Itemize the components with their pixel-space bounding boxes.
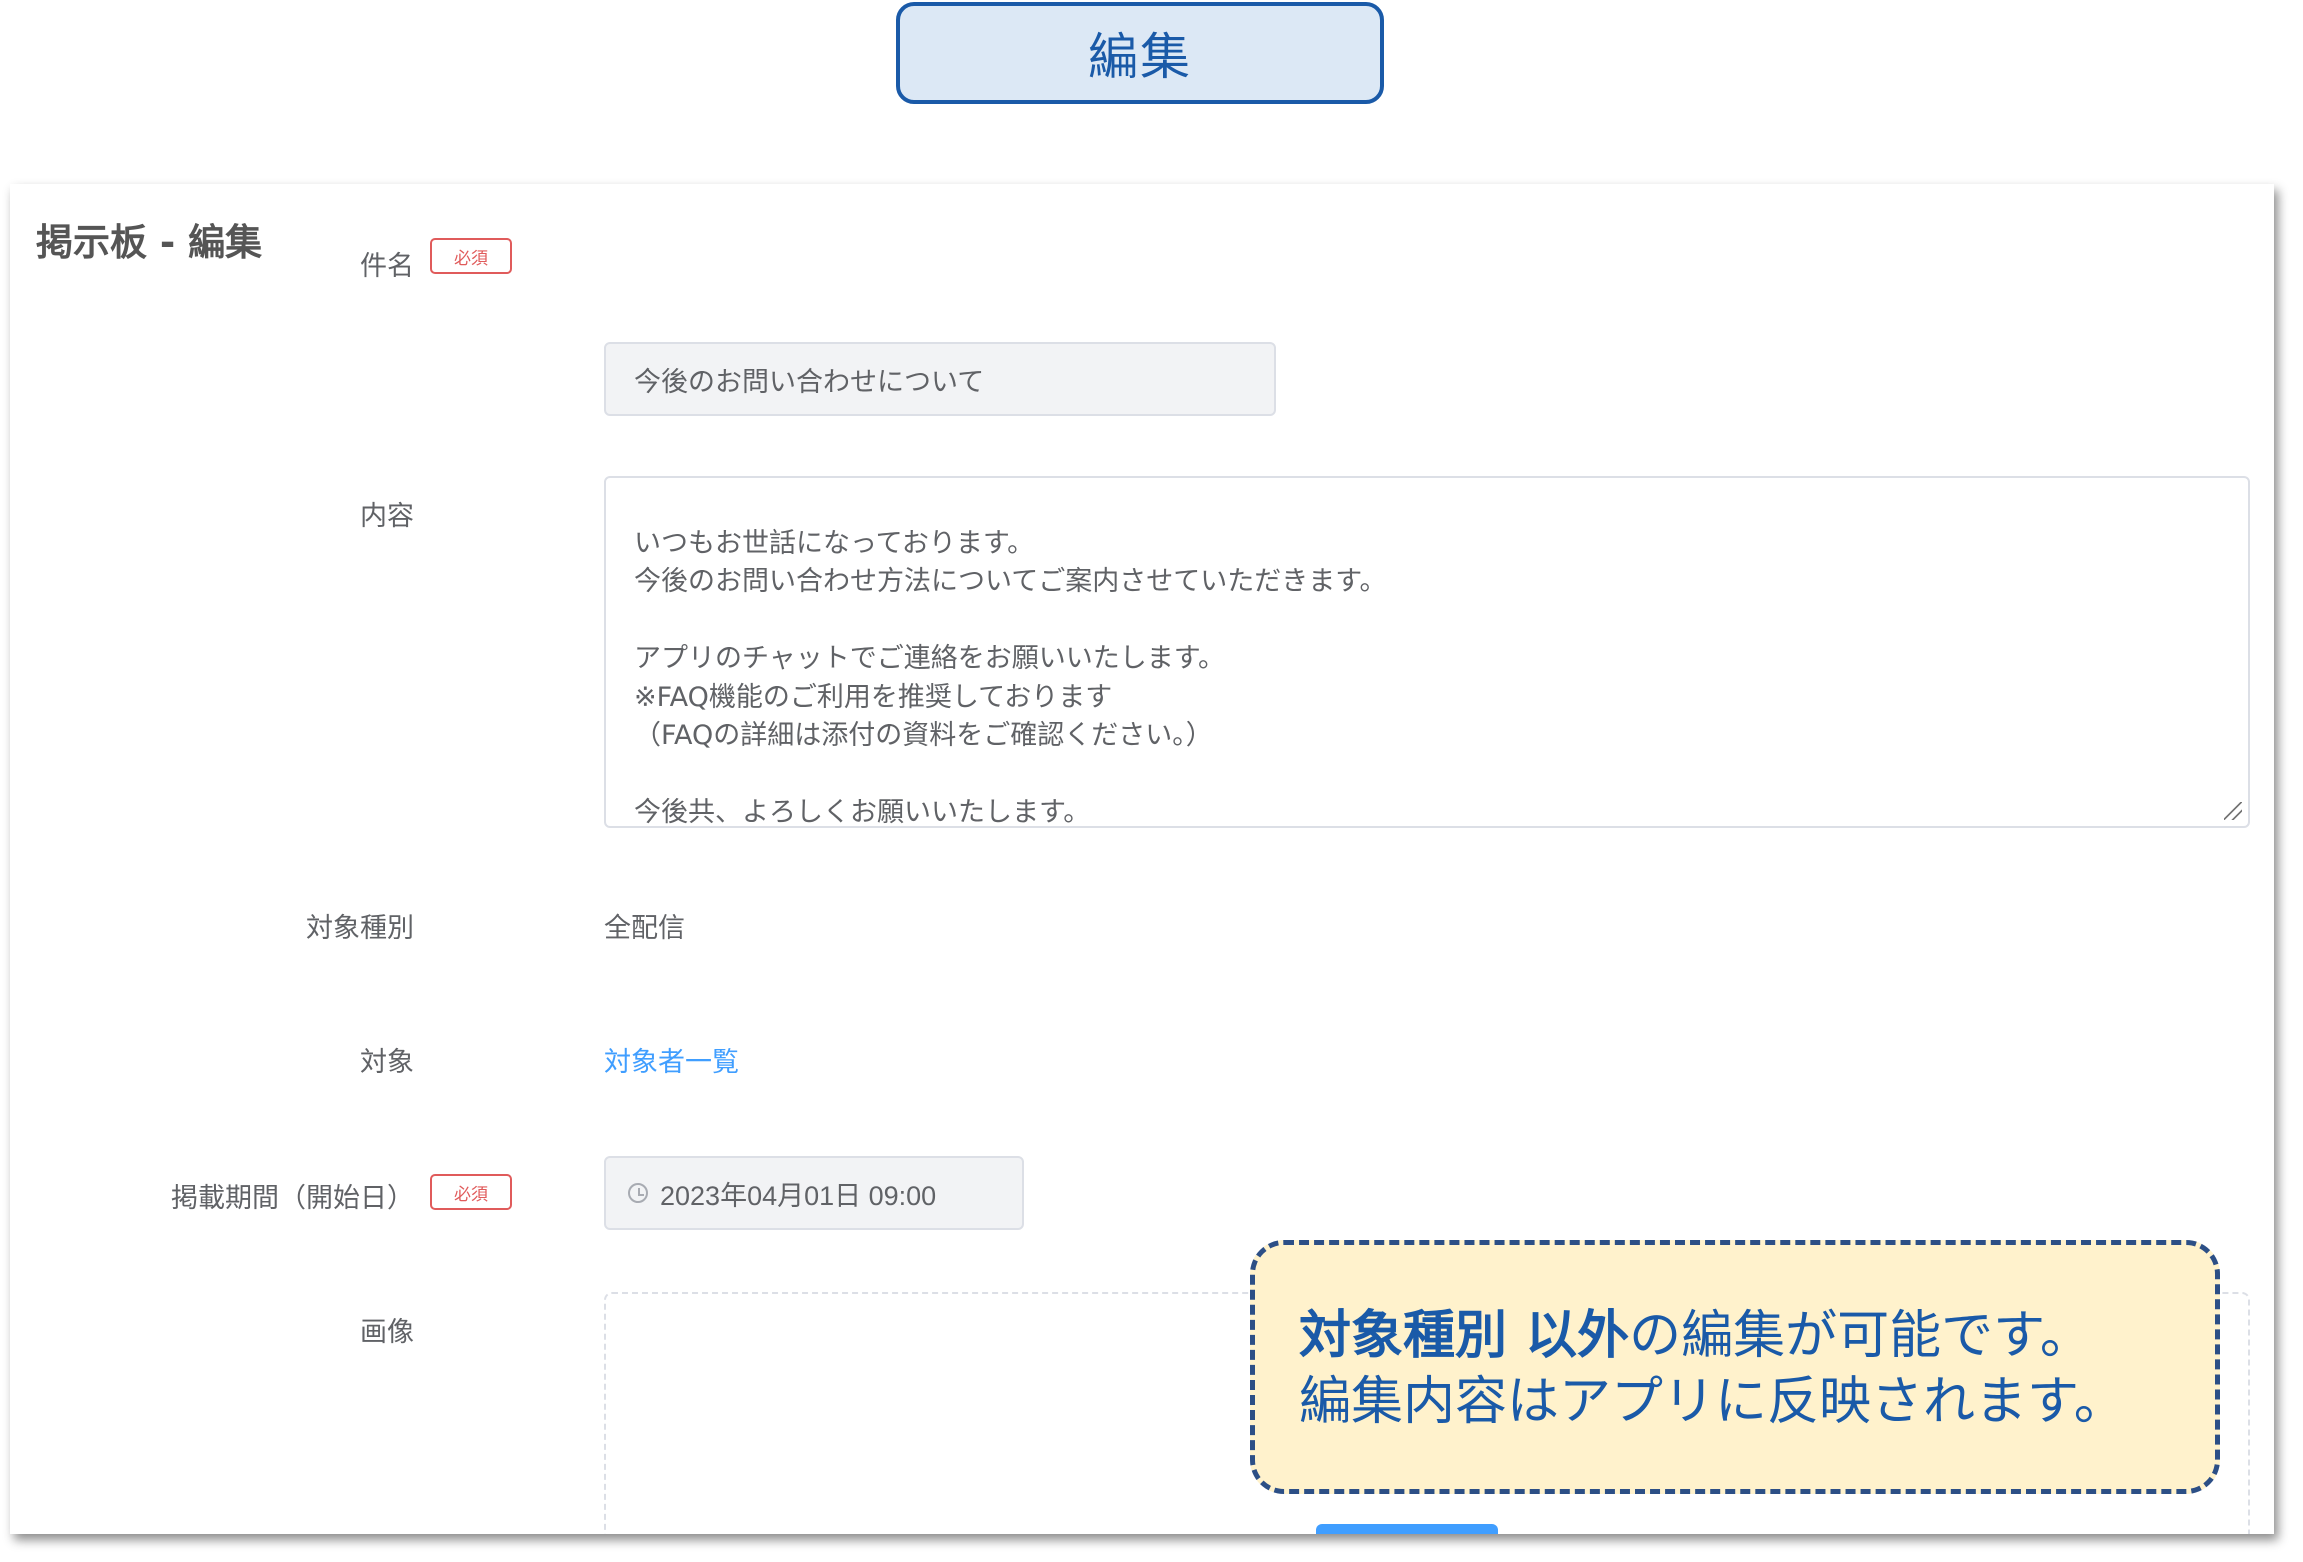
callout-emphasis: 対象種別 以外 — [1299, 1306, 1630, 1366]
clock-icon — [628, 1183, 648, 1203]
target-type-label: 対象種別 — [306, 913, 414, 944]
subject-required-badge: 必須 — [430, 238, 512, 274]
target-type-value: 全配信 — [604, 913, 685, 944]
content-label: 内容 — [360, 501, 414, 532]
edit-mode-label: 編集 — [1088, 28, 1192, 86]
period-start-label: 掲載期間（開始日） — [171, 1183, 414, 1214]
period-start-value: 2023年04月01日 09:00 — [660, 1180, 937, 1211]
content-value: いつもお世話になっております。 今後のお問い合わせ方法についてご案内させていただ… — [634, 527, 1387, 829]
content-textarea[interactable]: いつもお世話になっております。 今後のお問い合わせ方法についてご案内させていただ… — [604, 476, 2250, 828]
callout-line-1-rest: の編集が可能です。 — [1629, 1306, 2092, 1366]
image-label: 画像 — [360, 1317, 414, 1348]
info-callout: 対象種別 以外の編集が可能です。 編集内容はアプリに反映されます。 — [1250, 1240, 2220, 1494]
subject-value: 今後のお問い合わせについて — [634, 366, 985, 398]
page-title: 掲示板 - 編集 — [36, 221, 263, 264]
subject-input[interactable]: 今後のお問い合わせについて — [604, 342, 1276, 416]
subject-label: 件名 — [360, 251, 414, 282]
callout-line-1: 対象種別 以外の編集が可能です。 — [1299, 1303, 2171, 1369]
period-start-datetime-input[interactable]: 2023年04月01日 09:00 — [604, 1156, 1024, 1230]
submit-button[interactable] — [1316, 1524, 1498, 1534]
edit-mode-badge: 編集 — [896, 2, 1384, 104]
resize-handle-icon[interactable] — [2224, 802, 2242, 820]
target-label: 対象 — [360, 1047, 414, 1078]
target-list-link[interactable]: 対象者一覧 — [604, 1040, 739, 1079]
callout-line-2: 編集内容はアプリに反映されます。 — [1299, 1372, 2126, 1432]
period-start-required-badge: 必須 — [430, 1174, 512, 1210]
